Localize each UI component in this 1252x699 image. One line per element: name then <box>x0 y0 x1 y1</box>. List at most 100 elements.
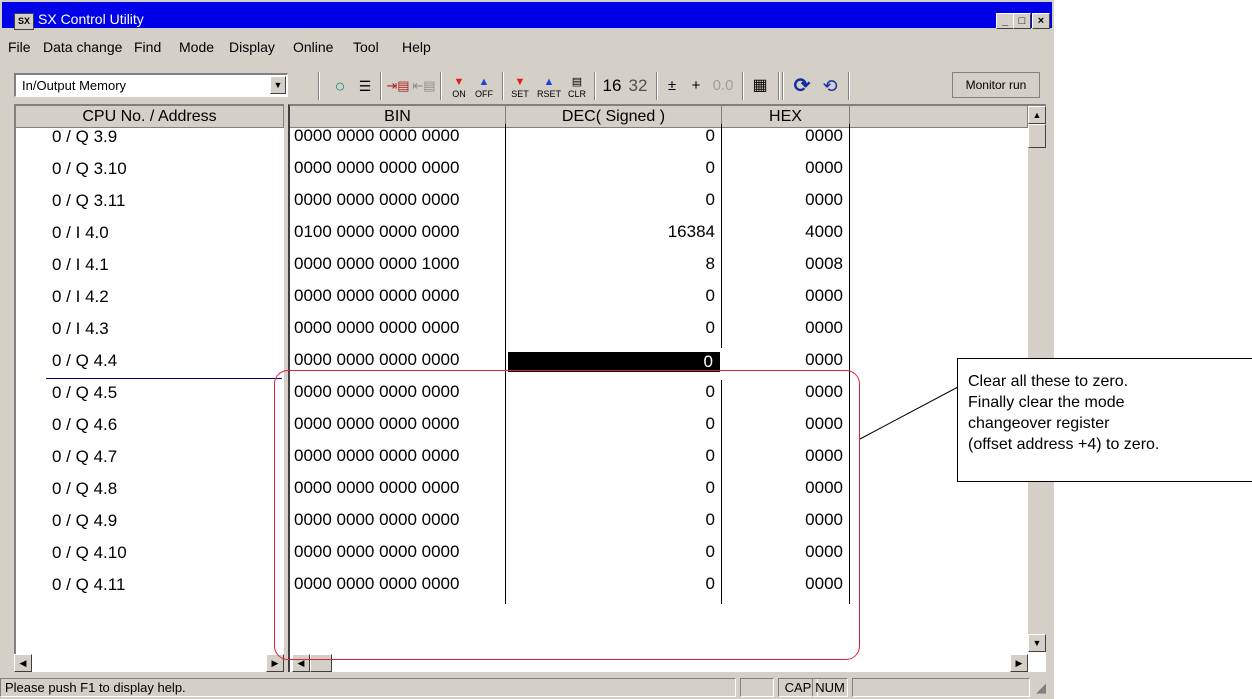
table-row[interactable]: 0000 0000 0000 0000 0 0000 <box>290 156 850 188</box>
set-icon[interactable]: ▼ SET <box>508 74 532 100</box>
table-row[interactable]: 0000 0000 0000 0000 0 0000 <box>290 284 850 316</box>
reset-icon[interactable]: ▲ RSET <box>536 74 562 100</box>
menu-find[interactable]: Find <box>134 38 161 56</box>
close-button[interactable]: × <box>1032 13 1050 29</box>
bin-cell[interactable]: 0000 0000 0000 0000 <box>290 124 506 156</box>
dec-cell[interactable]: 8 <box>506 252 722 284</box>
hex-cell[interactable]: 0000 <box>722 188 850 220</box>
run-icon[interactable]: ⟲ <box>818 74 842 98</box>
address-row[interactable]: 0 / Q 4.6 <box>16 412 282 444</box>
table-row[interactable]: 0000 0000 0000 0000 0 0000 <box>290 316 850 348</box>
bin-cell[interactable]: 0000 0000 0000 0000 <box>290 156 506 188</box>
delete-row-icon[interactable]: ⇤▤ <box>412 74 436 98</box>
float-button[interactable]: 0.0 <box>708 74 738 98</box>
bin-cell[interactable]: 0000 0000 0000 0000 <box>290 188 506 220</box>
memory-type-select[interactable]: In/Output Memory ▼ <box>14 73 288 97</box>
dec-cell[interactable]: 16384 <box>506 220 722 252</box>
grid-icon[interactable]: ▦ <box>748 74 772 98</box>
resize-grip-icon[interactable]: ◢ <box>1036 680 1046 696</box>
address-row[interactable]: 0 / I 4.2 <box>16 284 282 316</box>
toolbar-separator <box>742 72 744 100</box>
status-bar: Please push F1 to display help. CAP NUM … <box>0 676 1054 699</box>
address-cell: 0 / I 4.3 <box>52 319 109 338</box>
address-row[interactable]: 0 / Q 4.5 <box>16 380 282 412</box>
address-row[interactable]: 0 / I 4.1 <box>16 252 282 284</box>
address-row[interactable]: 0 / I 4.3 <box>16 316 282 348</box>
toolbar-separator <box>440 72 442 100</box>
hex-cell[interactable]: 0000 <box>722 124 850 156</box>
dec-cell[interactable]: 0 <box>508 352 720 372</box>
dec-cell[interactable]: 0 <box>506 124 722 156</box>
hex-cell[interactable]: 0000 <box>722 316 850 348</box>
status-help-text: Please push F1 to display help. <box>0 678 736 697</box>
dec-cell[interactable]: 0 <box>506 284 722 316</box>
right-pane-scroll-right[interactable]: ▶ <box>1010 654 1028 672</box>
address-row[interactable]: 0 / Q 3.11 <box>16 188 282 220</box>
toolbar: In/Output Memory ▼ ○ ☰ ⇥▤ ⇤▤ ▼ ON ▲ OFF ▼ S… <box>14 68 1044 104</box>
table-row[interactable]: 0000 0000 0000 0000 0 0000 <box>290 124 850 156</box>
menu-data-change[interactable]: Data change <box>43 38 122 56</box>
monitor-run-button[interactable]: Monitor run <box>952 72 1040 98</box>
force-on-icon[interactable]: ▼ ON <box>448 74 470 100</box>
table-row[interactable]: 0000 0000 0000 0000 0 0000 <box>290 188 850 220</box>
callout-line: Clear all these to zero. <box>968 373 1129 390</box>
bin-cell[interactable]: 0000 0000 0000 0000 <box>290 316 506 348</box>
circle-monitor-icon[interactable]: ○ <box>330 74 350 98</box>
dec-cell[interactable]: 0 <box>506 316 722 348</box>
hex-cell[interactable]: 0000 <box>722 156 850 188</box>
address-row[interactable]: 0 / Q 4.7 <box>16 444 282 476</box>
address-row[interactable]: 0 / Q 3.9 <box>16 124 282 156</box>
dec-cell[interactable]: 0 <box>506 188 722 220</box>
clear-icon[interactable]: ▤ CLR <box>566 74 588 100</box>
minimize-button[interactable]: _ <box>996 13 1014 29</box>
menu-mode[interactable]: Mode <box>179 38 214 56</box>
address-cell: 0 / Q 4.11 <box>52 575 126 594</box>
list-icon[interactable]: ☰ <box>354 74 376 98</box>
address-cell: 0 / I 4.2 <box>52 287 109 306</box>
force-off-icon[interactable]: ▲ OFF <box>472 74 496 100</box>
bin-cell[interactable]: 0100 0000 0000 0000 <box>290 220 506 252</box>
address-row[interactable]: 0 / Q 4.8 <box>16 476 282 508</box>
menu-help[interactable]: Help <box>402 38 431 56</box>
signed-button[interactable]: ± <box>662 74 682 98</box>
table-row[interactable]: 0100 0000 0000 0000 16384 4000 <box>290 220 850 252</box>
address-row[interactable]: 0 / Q 4.9 <box>16 508 282 540</box>
bin-cell[interactable]: 0000 0000 0000 1000 <box>290 252 506 284</box>
refresh-icon[interactable]: ⟳ <box>790 74 814 98</box>
scroll-thumb[interactable] <box>1028 124 1046 148</box>
left-pane-scroll-left[interactable]: ◀ <box>14 654 32 672</box>
selection-underline <box>46 378 282 379</box>
menu-online[interactable]: Online <box>293 38 333 56</box>
hex-cell[interactable]: 4000 <box>722 220 850 252</box>
hex-cell[interactable]: 0000 <box>722 284 850 316</box>
address-row[interactable]: 0 / Q 4.10 <box>16 540 282 572</box>
address-cell: 0 / Q 3.11 <box>52 191 126 210</box>
dec-cell[interactable]: 0 <box>506 156 722 188</box>
word-32-button[interactable]: 32 <box>626 74 650 98</box>
insert-row-icon[interactable]: ⇥▤ <box>386 74 410 98</box>
word-16-button[interactable]: 16 <box>600 74 624 98</box>
num-lock-indicator: NUM <box>812 678 848 697</box>
address-pane: CPU No. / Address 0 / Q 3.9 0 / Q 3.10 0 /… <box>14 104 284 672</box>
callout-line: Finally clear the mode <box>968 394 1125 411</box>
hex-cell[interactable]: 0008 <box>722 252 850 284</box>
unsigned-button[interactable]: + <box>686 74 706 98</box>
menu-bar: File Data change Find Mode Display Onlin… <box>2 36 1052 58</box>
chevron-down-icon[interactable]: ▼ <box>270 76 286 94</box>
menu-file[interactable]: File <box>8 38 31 56</box>
scroll-down-button[interactable]: ▼ <box>1028 634 1046 652</box>
address-row[interactable]: 0 / I 4.0 <box>16 220 282 252</box>
table-row[interactable]: 0000 0000 0000 1000 8 0008 <box>290 252 850 284</box>
maximize-button[interactable]: □ <box>1013 13 1031 29</box>
menu-display[interactable]: Display <box>229 38 275 56</box>
menu-tool[interactable]: Tool <box>353 38 379 56</box>
address-row[interactable]: 0 / Q 4.4 <box>16 348 282 380</box>
address-cell: 0 / Q 3.10 <box>52 159 127 178</box>
address-cell: 0 / Q 4.4 <box>52 351 118 370</box>
bin-cell[interactable]: 0000 0000 0000 0000 <box>290 284 506 316</box>
scroll-up-button[interactable]: ▲ <box>1028 106 1046 124</box>
title-bar: SX SX Control Utility _ □ × <box>2 2 1052 30</box>
address-cell: 0 / I 4.1 <box>52 255 109 274</box>
address-row[interactable]: 0 / Q 4.11 <box>16 572 282 604</box>
address-row[interactable]: 0 / Q 3.10 <box>16 156 282 188</box>
